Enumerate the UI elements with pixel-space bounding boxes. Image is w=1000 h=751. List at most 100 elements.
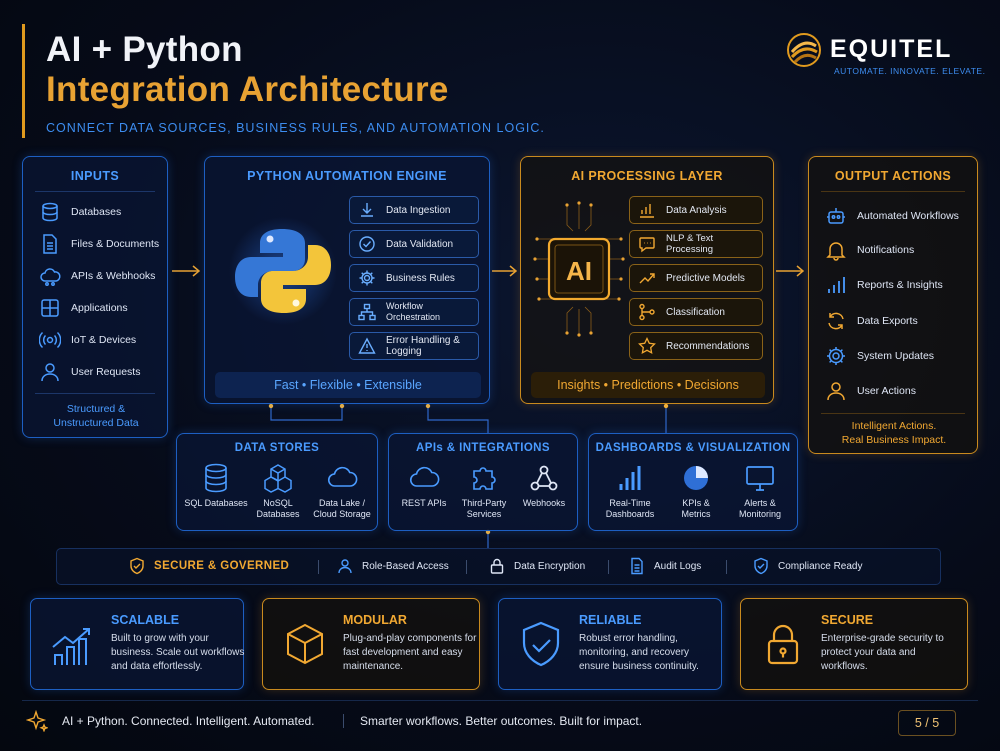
feature-card-reliable: RELIABLE Robust error handling, monitori…: [498, 598, 722, 690]
api-label-line2: Services: [466, 509, 502, 519]
card-body: Built to grow with your business. Scale …: [111, 633, 245, 672]
output-item-exports: Data Exports: [825, 310, 918, 332]
input-item-apis: APIs & Webhooks: [39, 265, 155, 287]
step-nlp: NLP & Text Processing: [629, 230, 763, 258]
ai-layer-title: AI PROCESSING LAYER: [571, 169, 723, 183]
outputs-footer-line1: Intelligent Actions.: [851, 420, 937, 432]
user-icon: [41, 363, 59, 382]
api-label-line1: Third-Party: [461, 498, 507, 508]
bar-chart-icon: [619, 466, 641, 490]
step-label: Data Ingestion: [386, 204, 451, 216]
hierarchy-icon: [358, 303, 376, 321]
dash-label: Alerts & Monitoring: [725, 498, 795, 520]
store-sql: SQL Databases: [181, 462, 251, 509]
governance-title: SECURE & GOVERNED: [154, 560, 290, 572]
branch-icon: [639, 303, 655, 321]
step-label: Workflow Orchestration: [386, 301, 441, 322]
step-error-handling: Error Handling & Logging: [349, 332, 479, 360]
divider: [608, 560, 609, 574]
dash-label-line2: Metrics: [681, 509, 711, 519]
footer-right-text: Smarter workflows. Better outcomes. Buil…: [360, 714, 643, 728]
step-label: Data Validation: [386, 238, 454, 250]
card-title: SECURE: [821, 613, 874, 627]
step-label: Classification: [666, 306, 725, 318]
gear-icon: [359, 270, 375, 286]
store-label: Data Lake / Cloud Storage: [307, 498, 377, 520]
step-label: Data Analysis: [666, 204, 727, 216]
output-label: System Updates: [857, 350, 935, 362]
cube-icon: [287, 623, 323, 665]
dash-label: KPIs & Metrics: [661, 498, 731, 520]
check-circle-icon: [359, 236, 375, 252]
governance-label: Role-Based Access: [362, 560, 449, 572]
card-body: Plug-and-play components for fast develo…: [343, 633, 477, 672]
dash-realtime: Real-Time Dashboards: [595, 462, 665, 520]
divider: [343, 714, 344, 728]
outputs-title: OUTPUT ACTIONS: [834, 169, 952, 183]
step-data-analysis: Data Analysis: [629, 196, 763, 224]
input-item-user-requests: User Requests: [39, 361, 140, 383]
input-item-iot: IoT & Devices: [39, 329, 136, 351]
star-icon: [638, 337, 656, 355]
iot-signal-icon: [39, 331, 61, 349]
api-label-line1: Webhooks: [522, 498, 566, 508]
apis-panel: APIs & INTEGRATIONS REST APIs Third-Part…: [388, 433, 578, 531]
governance-encryption: Data Encryption: [488, 557, 585, 575]
feature-card-modular: MODULAR Plug-and-play components for fas…: [262, 598, 480, 690]
step-label: Business Rules: [386, 272, 455, 284]
python-engine-title: PYTHON AUTOMATION ENGINE: [247, 169, 447, 183]
chat-bubble-icon: [639, 237, 655, 253]
input-label: Applications: [71, 302, 128, 314]
output-item-workflows: Automated Workflows: [825, 205, 959, 227]
dash-label-line2: Monitoring: [738, 509, 782, 519]
api-label: Webhooks: [509, 498, 579, 509]
outputs-footer-line2: Real Business Impact.: [841, 434, 947, 446]
cubes-icon: [264, 464, 292, 493]
divider: [821, 191, 965, 192]
padlock-icon: [767, 624, 799, 665]
user-icon: [338, 559, 352, 574]
growth-chart-icon: [52, 628, 90, 665]
inputs-footer-line1: Structured &: [66, 403, 126, 415]
store-nosql: NoSQL Databases: [243, 462, 313, 520]
shield-check-icon: [130, 557, 144, 575]
input-label: APIs & Webhooks: [71, 270, 156, 282]
input-item-applications: Applications: [39, 297, 128, 319]
apis-title: APIs & INTEGRATIONS: [416, 442, 550, 454]
data-stores-panel: DATA STORES SQL Databases NoSQL Databases…: [176, 433, 378, 531]
output-label: Automated Workflows: [857, 210, 959, 222]
step-business-rules: Business Rules: [349, 264, 479, 292]
footer-divider: [22, 700, 978, 701]
output-label: User Actions: [857, 385, 916, 397]
output-item-user-actions: User Actions: [825, 380, 916, 402]
governance-audit: Audit Logs: [628, 557, 701, 575]
shield-check-icon: [522, 621, 560, 667]
api-webhooks: Webhooks: [509, 462, 579, 509]
governance-role-access: Role-Based Access: [336, 557, 449, 575]
store-label: SQL Databases: [181, 498, 251, 509]
output-item-notifications: Notifications: [825, 239, 914, 261]
output-label: Reports & Insights: [857, 279, 943, 291]
store-label-line1: NoSQL: [263, 498, 293, 508]
card-title: SCALABLE: [111, 613, 180, 627]
step-recommendations: Recommendations: [629, 332, 763, 360]
dash-alerts: Alerts & Monitoring: [725, 462, 795, 520]
store-label-line2: Databases: [256, 509, 300, 519]
ai-layer-panel: AI PROCESSING LAYER AI Data Analysis NLP…: [520, 156, 774, 404]
python-logo-icon: [229, 217, 337, 325]
input-item-files: Files & Documents: [39, 233, 159, 255]
cloud-icon: [40, 268, 61, 286]
pie-chart-icon: [684, 466, 708, 490]
card-body: Robust error handling, monitoring, and r…: [579, 633, 699, 672]
feature-card-secure: SECURE Enterprise-grade security to prot…: [740, 598, 968, 690]
dash-label-line1: Real-Time: [609, 498, 651, 508]
inputs-title: INPUTS: [70, 169, 120, 183]
inputs-panel: INPUTS Databases Files & Documents APIs …: [22, 156, 168, 438]
cloud-icon: [409, 466, 440, 487]
dashboards-title: DASHBOARDS & VISUALIZATION: [595, 442, 791, 454]
lock-icon: [490, 558, 504, 574]
database-icon: [42, 202, 58, 222]
store-label: NoSQL Databases: [243, 498, 313, 520]
user-icon: [827, 382, 845, 401]
input-label: Databases: [71, 206, 122, 218]
